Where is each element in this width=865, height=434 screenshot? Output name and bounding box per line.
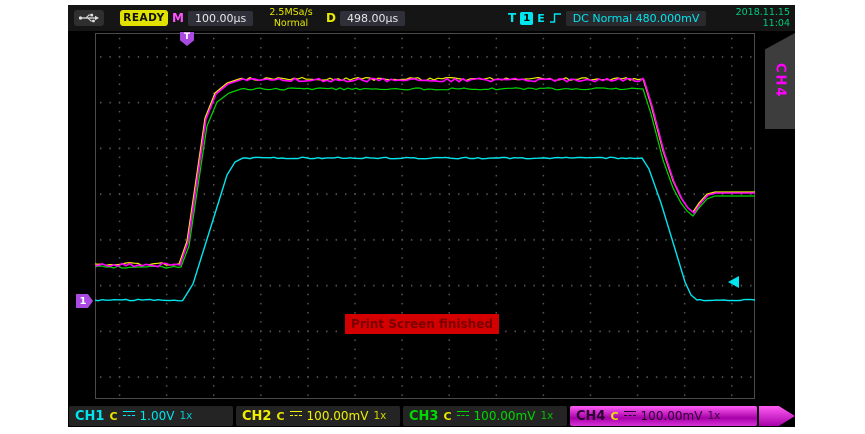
trigger-level-arrow-icon[interactable] xyxy=(728,276,739,288)
trigger-source-badge: 1 xyxy=(520,12,533,25)
trace-ch3 xyxy=(95,88,755,268)
sample-rate: 2.5MSa/s xyxy=(258,7,324,18)
dc-coupling-icon xyxy=(290,411,302,421)
trace-ch1 xyxy=(95,157,755,301)
dc-coupling-icon xyxy=(624,411,636,421)
usb-icon xyxy=(78,12,100,24)
ch2-scale: 100.00mV xyxy=(307,409,369,423)
dc-coupling-icon xyxy=(123,411,135,421)
oscilloscope-screen: READY M 100.00μs 2.5MSa/s Normal D 498.0… xyxy=(68,5,795,427)
trace-ch4 xyxy=(95,78,755,266)
datetime: 2018.11.15 11:04 xyxy=(736,7,790,29)
trigger-edge-label: E xyxy=(537,12,545,25)
delay-label: D xyxy=(326,11,336,25)
ch1-scale: 1.00V xyxy=(140,409,175,423)
dc-coupling-icon xyxy=(457,411,469,421)
sample-rate-group: 2.5MSa/s Normal xyxy=(258,7,324,23)
ch2-probe: 1x xyxy=(373,410,386,422)
trace-ch2 xyxy=(95,78,755,266)
usb-indicator xyxy=(74,10,104,26)
ch3-probe: 1x xyxy=(540,410,553,422)
channel-status-bar: CH1 C 1.00V 1x CH2 C 100.00mV 1x CH3 C 1… xyxy=(68,405,795,427)
channel-box-ch3[interactable]: CH3 C 100.00mV 1x xyxy=(403,406,567,426)
trigger-settings: DC Normal 480.000mV xyxy=(566,11,707,26)
channel-box-ch4[interactable]: CH4 C 100.00mV 1x xyxy=(570,406,757,426)
date-label: 2018.11.15 xyxy=(736,7,790,18)
rising-edge-icon xyxy=(549,12,562,24)
ch2-coupling: C xyxy=(276,410,284,423)
channel-box-ch2[interactable]: CH2 C 100.00mV 1x xyxy=(236,406,400,426)
trigger-label: T xyxy=(508,11,516,25)
ch3-label: CH3 xyxy=(409,409,438,424)
ch3-scale: 100.00mV xyxy=(474,409,536,423)
status-bar: READY M 100.00μs 2.5MSa/s Normal D 498.0… xyxy=(68,5,795,31)
ch1-coupling: C xyxy=(109,410,117,423)
delay-value: 498.00μs xyxy=(340,11,405,26)
delay-group[interactable]: D 498.00μs xyxy=(326,10,405,26)
ch4-coupling: C xyxy=(610,410,618,423)
ch3-coupling: C xyxy=(443,410,451,423)
ch2-label: CH2 xyxy=(242,409,271,424)
print-screen-message: Print Screen finished xyxy=(345,314,499,334)
time-label: 11:04 xyxy=(736,18,790,29)
acquisition-status-badge: READY xyxy=(120,10,168,26)
timebase-value: 100.00μs xyxy=(188,11,253,26)
waveform-display: T 1 Print Screen finished xyxy=(68,31,795,405)
ch1-probe: 1x xyxy=(179,410,192,422)
ch4-scale: 100.00mV xyxy=(641,409,703,423)
ch1-label: CH1 xyxy=(75,409,104,424)
channel-scroll-arrow-icon[interactable] xyxy=(759,406,795,426)
acquire-mode: Normal xyxy=(258,18,324,29)
channel-box-ch1[interactable]: CH1 C 1.00V 1x xyxy=(69,406,233,426)
timebase-group[interactable]: M 100.00μs xyxy=(172,10,253,26)
waveform-traces xyxy=(95,33,755,399)
channel-position-marker[interactable]: 1 xyxy=(76,294,93,308)
tab-ch4-menu[interactable]: CH4 xyxy=(765,33,795,129)
ch4-probe: 1x xyxy=(707,410,720,422)
timebase-label: M xyxy=(172,11,184,25)
ch4-label: CH4 xyxy=(576,409,605,424)
trigger-group[interactable]: T 1 E DC Normal 480.000mV xyxy=(508,10,706,26)
